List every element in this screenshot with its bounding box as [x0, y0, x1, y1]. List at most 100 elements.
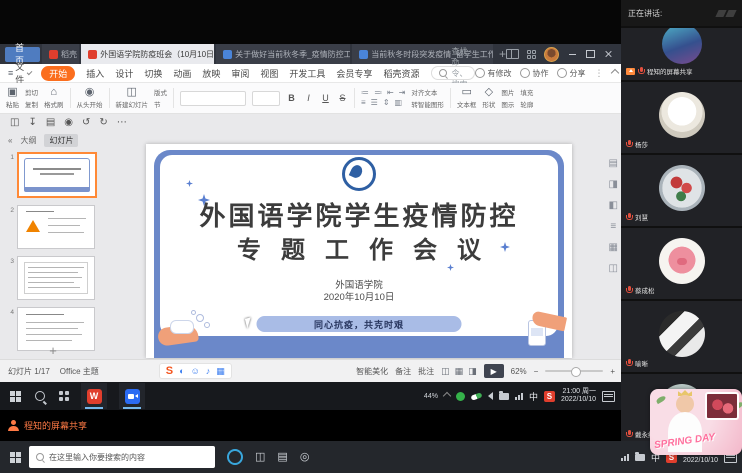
close-button[interactable]	[603, 49, 613, 59]
theme-name[interactable]: Office 主题	[60, 366, 99, 377]
taskbar-wps-app[interactable]: W	[81, 383, 107, 409]
outline-pane-icon[interactable]: ≡	[610, 221, 616, 232]
line-spacing-icon[interactable]: ⇕	[383, 99, 390, 107]
format-painter-button[interactable]: ⌂格式刷	[44, 87, 64, 109]
bold-button[interactable]: B	[286, 93, 297, 103]
store-icon[interactable]: ▤	[277, 452, 287, 463]
task-view-icon[interactable]: ◫	[255, 452, 265, 463]
volume-icon[interactable]	[488, 392, 493, 400]
slideshow-play-button[interactable]: ▶	[484, 364, 504, 378]
menu-animation[interactable]: 动画	[173, 67, 191, 80]
menu-member[interactable]: 会员专享	[336, 67, 372, 80]
command-search-box[interactable]: 查找命令、搜索模板	[431, 66, 475, 80]
menu-design[interactable]: 设计	[115, 67, 133, 80]
tab-document-2[interactable]: 关于做好当前秋冬季_疫情防控工作的	[216, 44, 350, 64]
copy-button[interactable]: 复制	[25, 99, 38, 109]
print-icon[interactable]: ▤	[46, 118, 55, 128]
minimize-button[interactable]	[567, 49, 577, 59]
picture-button[interactable]: 图片	[501, 87, 514, 97]
font-family-select[interactable]	[180, 91, 246, 106]
outline-tab[interactable]: 大纲	[20, 135, 36, 146]
slide-thumbnail-1[interactable]	[17, 152, 97, 198]
animation-pane-icon[interactable]: ◨	[609, 179, 618, 190]
ime-indicator[interactable]: 中	[529, 390, 538, 403]
comments-button[interactable]: 批注	[418, 366, 434, 377]
start-button[interactable]	[10, 391, 21, 402]
slide-thumbnail-2[interactable]	[17, 205, 95, 249]
align-text-button[interactable]: 对齐文本	[411, 87, 444, 97]
italic-button[interactable]: I	[303, 93, 314, 103]
indent-left-icon[interactable]: ⇤	[387, 89, 394, 97]
smart-beautify-button[interactable]: 智能美化	[356, 366, 388, 377]
textbox-button[interactable]: ▭文本框	[457, 87, 477, 109]
folder-tray-icon[interactable]	[499, 393, 509, 400]
fill-button[interactable]: 填充	[520, 87, 533, 97]
taskbar-search-icon[interactable]	[35, 391, 45, 401]
split-view-icon[interactable]	[506, 49, 519, 59]
zoom-slider[interactable]	[545, 370, 603, 372]
taskbar-search-box[interactable]: 在这里输入你要搜索的内容	[29, 446, 215, 468]
tab-document-active[interactable]: 外国语学院防疫班会（10月10日） ●	[81, 44, 214, 64]
collapse-ribbon-icon[interactable]	[611, 69, 619, 77]
menu-insert[interactable]: 插入	[86, 67, 104, 80]
tab-list-icon[interactable]	[527, 50, 536, 59]
sogou-tray-icon[interactable]: S	[544, 391, 555, 402]
redo-icon[interactable]: ↻	[99, 118, 107, 128]
layout-button[interactable]: 版式	[154, 87, 167, 97]
print-preview-icon[interactable]: ◉	[64, 118, 73, 128]
collapse-panel-icon[interactable]: «	[8, 136, 12, 145]
video-tile[interactable]: 蔡成松	[621, 228, 742, 299]
strikethrough-button[interactable]: S	[337, 93, 348, 103]
reading-view-icon[interactable]: ◨	[468, 366, 477, 377]
more-menu-icon[interactable]: ⋮	[594, 68, 603, 79]
columns-icon[interactable]: ▥	[395, 99, 403, 107]
underline-button[interactable]: U	[320, 93, 331, 103]
ime-mode-icon[interactable]: ◐	[179, 367, 184, 376]
taskbar-clock[interactable]: 21:00 周一 2022/10/10	[561, 388, 596, 404]
video-tile[interactable]: 刘慧	[621, 155, 742, 226]
new-slide-button[interactable]: ◫新建幻灯片	[116, 87, 149, 109]
start-button[interactable]	[10, 452, 21, 463]
section-button[interactable]: 节	[154, 99, 167, 109]
taskbar-meeting-app[interactable]	[119, 383, 145, 409]
add-slide-button[interactable]: +	[0, 343, 106, 358]
sogou-icon[interactable]: S	[166, 365, 173, 377]
network-icon[interactable]	[621, 454, 629, 461]
export-icon[interactable]: ↧	[28, 118, 36, 128]
tab-document-3[interactable]: 当前秋冬时段突发疫情_留学生工作方案	[352, 44, 493, 64]
menu-docer-res[interactable]: 稻壳资源	[383, 67, 419, 80]
menu-review[interactable]: 审阅	[231, 67, 249, 80]
zoom-level[interactable]: 62%	[511, 367, 527, 376]
zoom-out-icon[interactable]: −	[534, 367, 539, 376]
menu-devtools[interactable]: 开发工具	[289, 67, 325, 80]
design-pane-icon[interactable]: ◧	[609, 200, 618, 211]
align-left-icon[interactable]: ≡	[361, 99, 366, 107]
notes-button[interactable]: 备注	[395, 366, 411, 377]
diagram-button[interactable]: 图示	[501, 99, 514, 109]
normal-view-icon[interactable]: ◫	[441, 366, 450, 377]
help-pane-icon[interactable]: ◫	[609, 263, 618, 274]
font-size-select[interactable]	[252, 91, 280, 106]
folder-tray-icon[interactable]	[635, 454, 645, 461]
customize-toolbar-icon[interactable]: ⋯	[117, 118, 127, 128]
align-center-icon[interactable]: ☰	[371, 99, 378, 107]
share-button[interactable]: 分享	[557, 68, 585, 79]
menu-transition[interactable]: 切换	[144, 67, 162, 80]
action-center-icon[interactable]	[602, 391, 615, 402]
maximize-button[interactable]	[585, 49, 595, 59]
video-tile[interactable]: 杨莎	[621, 82, 742, 153]
save-icon[interactable]: ◫	[10, 118, 19, 128]
emoji-icon[interactable]: ☺	[191, 367, 200, 376]
sogou-ime-toolbar[interactable]: S ◐ ☺ ♪ ▦	[159, 363, 232, 379]
pill-tray-icon[interactable]	[470, 392, 482, 400]
file-explorer-icon[interactable]: ◎	[300, 452, 310, 463]
tray-expand-icon[interactable]	[443, 392, 451, 400]
menu-slideshow[interactable]: 放映	[202, 67, 220, 80]
bullets-icon[interactable]: ≔	[361, 89, 369, 97]
paste-button[interactable]: ▣粘贴	[6, 87, 19, 109]
slide-sorter-icon[interactable]: ▦	[455, 366, 464, 377]
zoom-in-icon[interactable]: +	[610, 367, 615, 376]
soft-keyboard-icon[interactable]: ▦	[216, 367, 225, 376]
user-avatar[interactable]	[544, 47, 559, 62]
undo-icon[interactable]: ↺	[82, 118, 90, 128]
